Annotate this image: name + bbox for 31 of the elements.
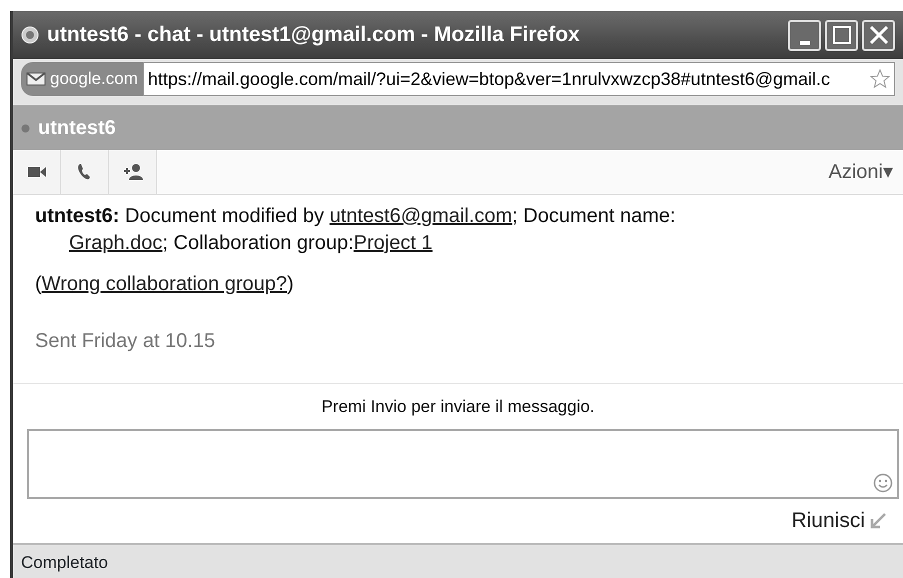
add-person-button[interactable] (109, 150, 157, 194)
message-link[interactable]: Wrong collaboration group? (42, 273, 288, 295)
message-link[interactable]: Project 1 (354, 232, 433, 254)
minimize-icon (800, 40, 810, 44)
message-link[interactable]: Graph.doc (69, 232, 162, 254)
star-icon[interactable] (870, 69, 890, 89)
maximize-icon (832, 26, 850, 44)
message-link[interactable]: utntest6@gmail.com (330, 205, 512, 227)
minimize-button[interactable] (788, 20, 821, 50)
envelope-icon (26, 72, 46, 86)
url-field[interactable]: https://mail.google.com/mail/?ui=2&view=btop&ver=1nrulvxwzcp38#utntest6@gmail.c (142, 62, 895, 96)
pop-in-link[interactable]: Riunisci (791, 505, 865, 537)
call-button[interactable] (61, 150, 109, 194)
collaboration-note: (Wrong collaboration group?) (35, 272, 295, 297)
arrow-icon (869, 512, 887, 530)
status-dot-icon (21, 124, 30, 132)
contact-name: utntest6 (38, 116, 116, 141)
add-person-icon (122, 162, 142, 182)
close-icon (870, 26, 888, 44)
actions-menu[interactable]: Azioni▾ (822, 156, 899, 188)
message-input[interactable] (27, 429, 899, 499)
sent-time: Sent Friday at 10.15 (35, 329, 216, 354)
maximize-button[interactable] (825, 20, 858, 50)
browser-icon (21, 26, 39, 44)
smiley-icon[interactable] (873, 473, 893, 493)
window-title: utntest6 - chat - utntest1@gmail.com - Mozilla Firefox (47, 22, 581, 48)
video-call-button[interactable] (13, 150, 61, 194)
chat-message: utntest6: Document modified by utntest6@gmail.com; Document name: Graph.doc; Collaboration group:Project 1 (35, 204, 677, 256)
status-text: Completato (13, 543, 903, 578)
close-button[interactable] (862, 20, 895, 50)
send-hint: Premi Invio per inviare il messaggio. (320, 396, 596, 418)
